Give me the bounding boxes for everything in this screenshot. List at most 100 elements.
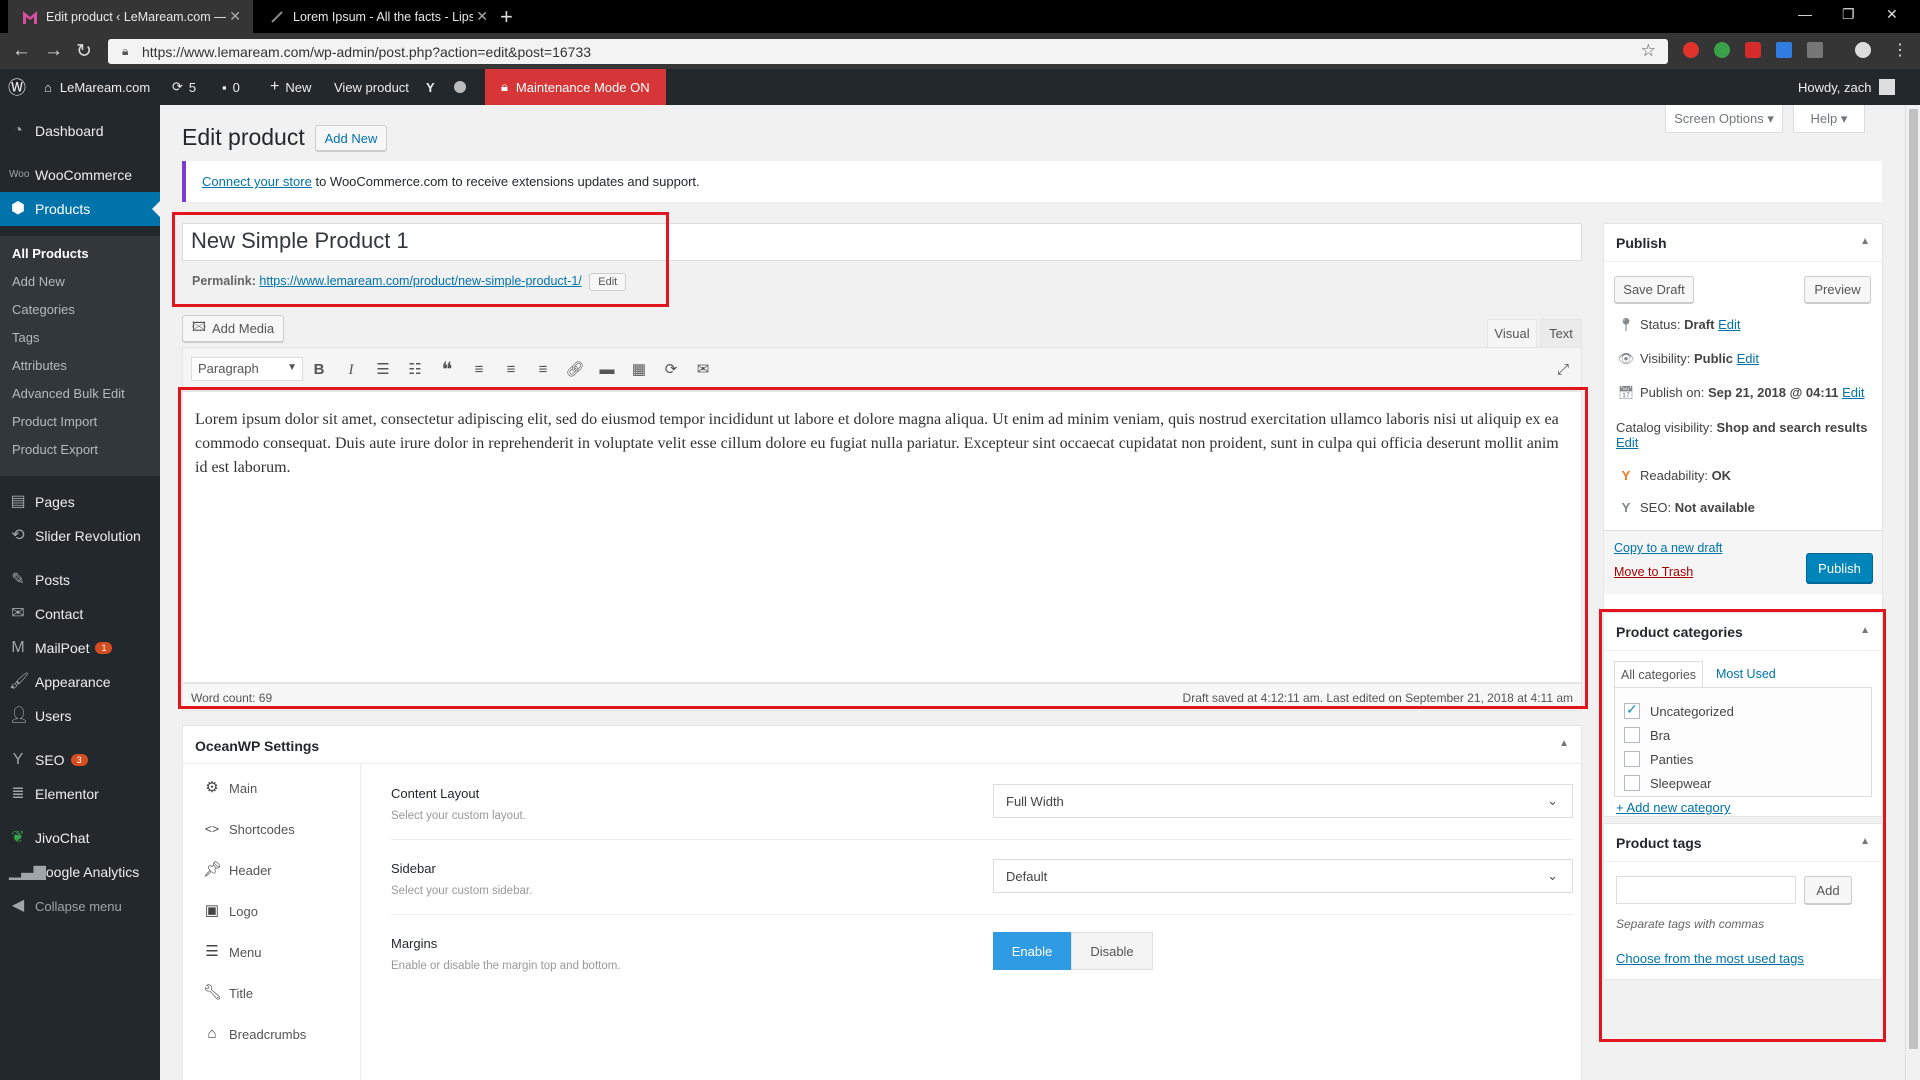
- oceanwp-tab-breadcrumbs[interactable]: ⌂ Breadcrumbs: [191, 1014, 361, 1054]
- content-layout-select[interactable]: Full Width ⌄: [993, 784, 1573, 818]
- publish-header[interactable]: Publish ▲: [1604, 224, 1882, 262]
- sidebar-item-posts[interactable]: ✎ Posts: [0, 563, 160, 597]
- align-center-icon[interactable]: ≡: [501, 360, 521, 380]
- submenu-tags[interactable]: Tags: [12, 330, 39, 345]
- red-extension-icon[interactable]: [1745, 42, 1761, 58]
- visibility-edit-link[interactable]: Edit: [1737, 351, 1759, 366]
- sidebar-select[interactable]: Default ⌄: [993, 859, 1573, 893]
- back-icon[interactable]: ←: [12, 40, 31, 62]
- sidebar-item-jivochat[interactable]: ❦ JivoChat: [0, 821, 160, 855]
- bullet-list-icon[interactable]: ☰: [373, 360, 393, 380]
- forward-icon[interactable]: →: [44, 40, 63, 62]
- sidebar-item-seo[interactable]: Y SEO 3: [0, 743, 160, 777]
- fullscreen-icon[interactable]: ⤢: [1553, 360, 1573, 380]
- sidebar-item-google-analytics[interactable]: ▁▃▆ Google Analytics: [0, 855, 160, 889]
- browser-tab-active[interactable]: Edit product ‹ LeMaream.com — ✕: [8, 0, 253, 33]
- submenu-product-import[interactable]: Product Import: [12, 414, 97, 429]
- oceanwp-header[interactable]: OceanWP Settings ▲: [183, 726, 1581, 764]
- publish-on-edit-link[interactable]: Edit: [1842, 385, 1864, 400]
- add-media-button[interactable]: 🖾︎ Add Media: [182, 315, 284, 342]
- tab-visual[interactable]: Visual: [1487, 319, 1537, 347]
- link-icon[interactable]: 🔗︎: [565, 360, 585, 380]
- sidebar-item-dashboard[interactable]: ◔ Dashboard: [0, 114, 160, 148]
- oceanwp-tab-shortcodes[interactable]: <> Shortcodes: [191, 809, 361, 849]
- status-dot-icon[interactable]: [454, 69, 466, 105]
- collapse-up-icon[interactable]: ▲: [1559, 738, 1569, 749]
- submenu-categories[interactable]: Categories: [12, 302, 75, 317]
- publish-button[interactable]: Publish: [1806, 553, 1873, 583]
- restore-icon[interactable]: ❐: [1842, 6, 1855, 23]
- bookmark-star-icon[interactable]: ☆: [1641, 41, 1656, 61]
- sidebar-item-appearance[interactable]: 🖌︎ Appearance: [0, 665, 160, 699]
- oceanwp-tab-title[interactable]: 🔧︎ Title: [191, 973, 361, 1013]
- margins-enable-button[interactable]: Enable: [993, 932, 1071, 970]
- new-content-link[interactable]: + New: [270, 69, 311, 105]
- updates-link[interactable]: ⟳ 5: [172, 69, 196, 105]
- read-more-icon[interactable]: ▬: [597, 360, 617, 380]
- bold-icon[interactable]: B: [309, 360, 329, 380]
- wordpress-logo-icon[interactable]: Ⓦ: [8, 69, 26, 105]
- connect-store-link[interactable]: Connect your store: [202, 174, 312, 189]
- pin-extension-icon[interactable]: [1807, 42, 1823, 58]
- submenu-advanced-bulk-edit[interactable]: Advanced Bulk Edit: [12, 386, 125, 401]
- screen-options-button[interactable]: Screen Options ▾: [1665, 105, 1783, 133]
- browser-tab[interactable]: Lorem Ipsum - All the facts - Lips ✕: [255, 0, 500, 33]
- sidebar-item-woocommerce[interactable]: Woo WooCommerce: [0, 158, 160, 192]
- numbered-list-icon[interactable]: ☷: [405, 360, 425, 380]
- opera-extension-icon[interactable]: [1683, 42, 1699, 58]
- help-button[interactable]: Help ▾: [1793, 105, 1865, 133]
- close-tab-icon[interactable]: ✕: [476, 8, 488, 25]
- site-name-link[interactable]: ⌂ LeMaream.com: [44, 69, 150, 105]
- comments-link[interactable]: ▪ 0: [222, 69, 240, 105]
- view-product-link[interactable]: View product: [334, 69, 409, 105]
- margins-disable-button[interactable]: Disable: [1071, 932, 1153, 970]
- italic-icon[interactable]: I: [341, 360, 361, 380]
- refresh-icon[interactable]: ⟳: [661, 360, 681, 380]
- url-input[interactable]: 🔒︎ https://www.lemaream.com/wp-admin/pos…: [108, 39, 1668, 64]
- status-edit-link[interactable]: Edit: [1718, 317, 1740, 332]
- sidebar-item-slider-revolution[interactable]: ⟲ Slider Revolution: [0, 519, 160, 553]
- yoast-icon[interactable]: Y: [426, 69, 435, 105]
- tab-text[interactable]: Text: [1540, 319, 1582, 347]
- collapse-menu-button[interactable]: ◀ Collapse menu: [0, 889, 160, 923]
- submenu-add-new[interactable]: Add New: [12, 274, 65, 289]
- add-new-button[interactable]: Add New: [315, 125, 387, 151]
- reload-icon[interactable]: ↻: [76, 40, 92, 63]
- oceanwp-tab-main[interactable]: ⚙ Main: [191, 768, 361, 808]
- preview-button[interactable]: Preview: [1804, 276, 1871, 303]
- submenu-all-products[interactable]: All Products: [12, 246, 89, 261]
- profile-icon[interactable]: [1855, 42, 1871, 58]
- minimize-icon[interactable]: —: [1798, 6, 1812, 22]
- page-scrollbar[interactable]: [1905, 105, 1920, 1080]
- howdy-account-link[interactable]: Howdy, zach: [1798, 69, 1896, 105]
- toolbar-toggle-icon[interactable]: ▦: [629, 360, 649, 380]
- maintenance-mode-button[interactable]: 🔒︎ Maintenance Mode ON: [485, 69, 666, 105]
- align-left-icon[interactable]: ≡: [469, 360, 489, 380]
- green-extension-icon[interactable]: [1714, 42, 1730, 58]
- sidebar-item-elementor[interactable]: ≣ Elementor: [0, 777, 160, 811]
- blockquote-icon[interactable]: ❝: [437, 360, 457, 380]
- sidebar-item-pages[interactable]: ▤ Pages: [0, 485, 160, 519]
- oceanwp-tab-header[interactable]: 📌︎ Header: [191, 850, 361, 890]
- format-select[interactable]: Paragraph ▼: [191, 357, 303, 381]
- copy-draft-link[interactable]: Copy to a new draft: [1614, 541, 1722, 555]
- move-to-trash-link[interactable]: Move to Trash: [1614, 565, 1693, 579]
- sidebar-item-users[interactable]: 👤︎ Users: [0, 699, 160, 733]
- scrollbar-thumb[interactable]: [1909, 109, 1918, 1049]
- collapse-up-icon[interactable]: ▲: [1860, 236, 1870, 247]
- oceanwp-tab-menu[interactable]: ☰ Menu: [191, 932, 361, 972]
- sidebar-item-products[interactable]: ⬢ Products: [0, 192, 160, 226]
- sidebar-item-contact[interactable]: ✉ Contact: [0, 597, 160, 631]
- catalog-edit-link[interactable]: Edit: [1616, 435, 1638, 450]
- blue-extension-icon[interactable]: [1776, 42, 1792, 58]
- submenu-attributes[interactable]: Attributes: [12, 358, 67, 373]
- sidebar-item-mailpoet[interactable]: M MailPoet 1: [0, 631, 160, 665]
- submenu-product-export[interactable]: Product Export: [12, 442, 98, 457]
- align-right-icon[interactable]: ≡: [533, 360, 553, 380]
- oceanwp-tab-logo[interactable]: ▣ Logo: [191, 891, 361, 931]
- close-window-icon[interactable]: ✕: [1886, 6, 1898, 23]
- close-tab-icon[interactable]: ✕: [229, 8, 241, 25]
- browser-menu-icon[interactable]: ⋮: [1892, 40, 1908, 60]
- new-tab-icon[interactable]: +: [500, 4, 513, 30]
- save-draft-button[interactable]: Save Draft: [1614, 276, 1694, 303]
